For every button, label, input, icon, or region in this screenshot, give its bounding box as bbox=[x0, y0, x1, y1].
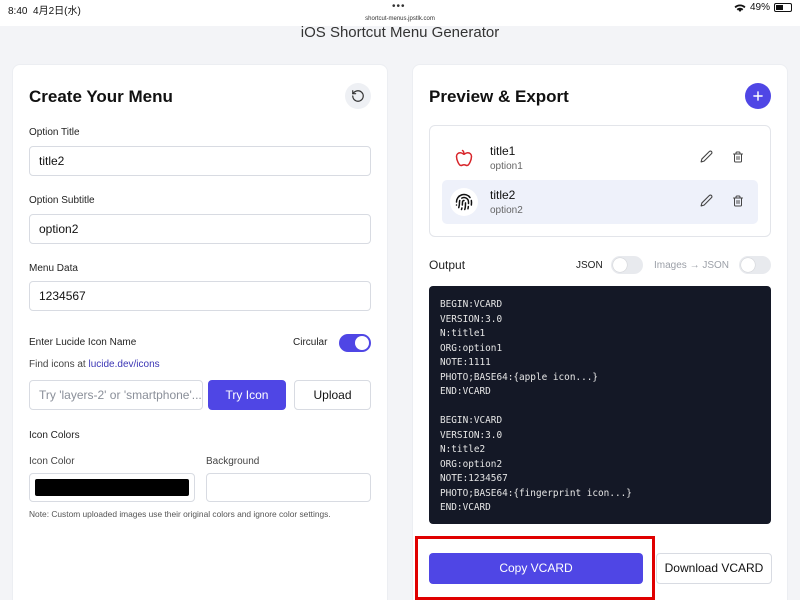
wifi-icon bbox=[734, 4, 746, 12]
menu-item-title: title2 bbox=[490, 188, 516, 202]
menu-item-subtitle: option1 bbox=[490, 161, 523, 172]
try-icon-button[interactable]: Try Icon bbox=[208, 380, 286, 410]
status-right: 49% bbox=[734, 2, 792, 13]
reset-button[interactable] bbox=[345, 83, 371, 109]
code-line: PHOTO;BASE64:{apple icon...} bbox=[440, 371, 599, 383]
plus-icon bbox=[753, 91, 763, 101]
color-note: Note: Custom uploaded images use their o… bbox=[29, 509, 331, 519]
status-url: shortcut-menus.jpstlk.com bbox=[365, 16, 435, 22]
find-icons-text: Find icons at lucide.dev/icons bbox=[29, 359, 160, 370]
toggle-knob bbox=[741, 258, 755, 272]
code-line: BEGIN:VCARD bbox=[440, 299, 503, 310]
preview-export-card: Preview & Export title1 option1 title2 o… bbox=[412, 64, 788, 600]
toggle-knob bbox=[613, 258, 627, 272]
output-label: Output bbox=[429, 258, 466, 272]
code-line: PHOTO;BASE64:{fingerprint icon...} bbox=[440, 487, 632, 499]
code-line: N:title2 bbox=[440, 444, 486, 455]
icon-color-swatch bbox=[35, 479, 189, 496]
create-menu-heading: Create Your Menu bbox=[29, 87, 173, 106]
menu-item-title: title1 bbox=[490, 144, 516, 158]
background-label: Background bbox=[206, 456, 260, 467]
icon-color-picker[interactable] bbox=[29, 473, 195, 502]
images-json-toggle[interactable] bbox=[739, 256, 771, 274]
trash-icon[interactable] bbox=[732, 150, 744, 168]
menu-item-subtitle: option2 bbox=[490, 205, 523, 216]
preview-export-heading: Preview & Export bbox=[429, 87, 569, 106]
option-title-input[interactable]: title2 bbox=[29, 146, 371, 176]
lucide-link[interactable]: lucide.dev/icons bbox=[88, 359, 159, 370]
icon-name-input[interactable]: Try 'layers-2' or 'smartphone'... bbox=[29, 380, 203, 410]
code-line: ORG:option1 bbox=[440, 342, 503, 354]
download-vcard-button[interactable]: Download VCARD bbox=[656, 553, 772, 584]
code-line: END:VCARD bbox=[440, 386, 491, 397]
upload-button[interactable]: Upload bbox=[294, 380, 371, 410]
toggle-knob bbox=[355, 336, 369, 350]
code-line: VERSION:3.0 bbox=[440, 429, 503, 441]
apple-icon bbox=[450, 144, 478, 172]
lucide-icon-label: Enter Lucide Icon Name bbox=[29, 337, 137, 348]
output-code-block[interactable]: BEGIN:VCARD VERSION:3.0 N:title1 ORG:option… bbox=[429, 286, 771, 524]
icon-color-label: Icon Color bbox=[29, 456, 75, 467]
menu-item[interactable]: title1 option1 bbox=[442, 136, 758, 180]
code-line: NOTE:1111 bbox=[440, 357, 491, 368]
battery-icon bbox=[774, 3, 792, 12]
option-title-label: Option Title bbox=[29, 127, 80, 138]
status-time: 8:40 4月2日(水) bbox=[8, 6, 81, 17]
app-title: iOS Shortcut Menu Generator bbox=[300, 24, 500, 41]
background-color-picker[interactable] bbox=[206, 473, 371, 502]
create-menu-card: Create Your Menu Option Title title2 Opt… bbox=[12, 64, 388, 600]
pencil-icon[interactable] bbox=[700, 194, 713, 212]
menu-data-label: Menu Data bbox=[29, 263, 78, 274]
status-bar: 8:40 4月2日(水) ••• shortcut-menus.jpstlk.c… bbox=[0, 0, 800, 26]
highlight-box bbox=[415, 536, 655, 600]
rotate-ccw-icon bbox=[352, 90, 364, 102]
battery-percent: 49% bbox=[749, 2, 770, 13]
code-line: END:VCARD bbox=[440, 502, 491, 513]
json-label: JSON bbox=[576, 260, 603, 271]
images-json-label: Images → JSON bbox=[654, 260, 730, 271]
code-line: VERSION:3.0 bbox=[440, 313, 503, 325]
circular-toggle[interactable] bbox=[339, 334, 371, 352]
icon-colors-label: Icon Colors bbox=[29, 430, 80, 441]
option-subtitle-label: Option Subtitle bbox=[29, 195, 95, 206]
json-toggle[interactable] bbox=[611, 256, 643, 274]
option-subtitle-input[interactable]: option2 bbox=[29, 214, 371, 244]
code-line: ORG:option2 bbox=[440, 458, 503, 470]
code-line: BEGIN:VCARD bbox=[440, 415, 503, 426]
add-option-button[interactable] bbox=[745, 83, 771, 109]
trash-icon[interactable] bbox=[732, 194, 744, 212]
multitask-dots[interactable]: ••• bbox=[392, 2, 406, 12]
menu-data-input[interactable]: 1234567 bbox=[29, 281, 371, 311]
circular-label: Circular bbox=[293, 337, 328, 348]
pencil-icon[interactable] bbox=[700, 150, 713, 168]
menu-preview-list: title1 option1 title2 option2 bbox=[429, 125, 771, 237]
code-line: NOTE:1234567 bbox=[440, 473, 508, 484]
code-line: N:title1 bbox=[440, 328, 486, 339]
fingerprint-icon bbox=[450, 188, 478, 216]
background-color-swatch bbox=[212, 479, 365, 496]
menu-item[interactable]: title2 option2 bbox=[442, 180, 758, 224]
